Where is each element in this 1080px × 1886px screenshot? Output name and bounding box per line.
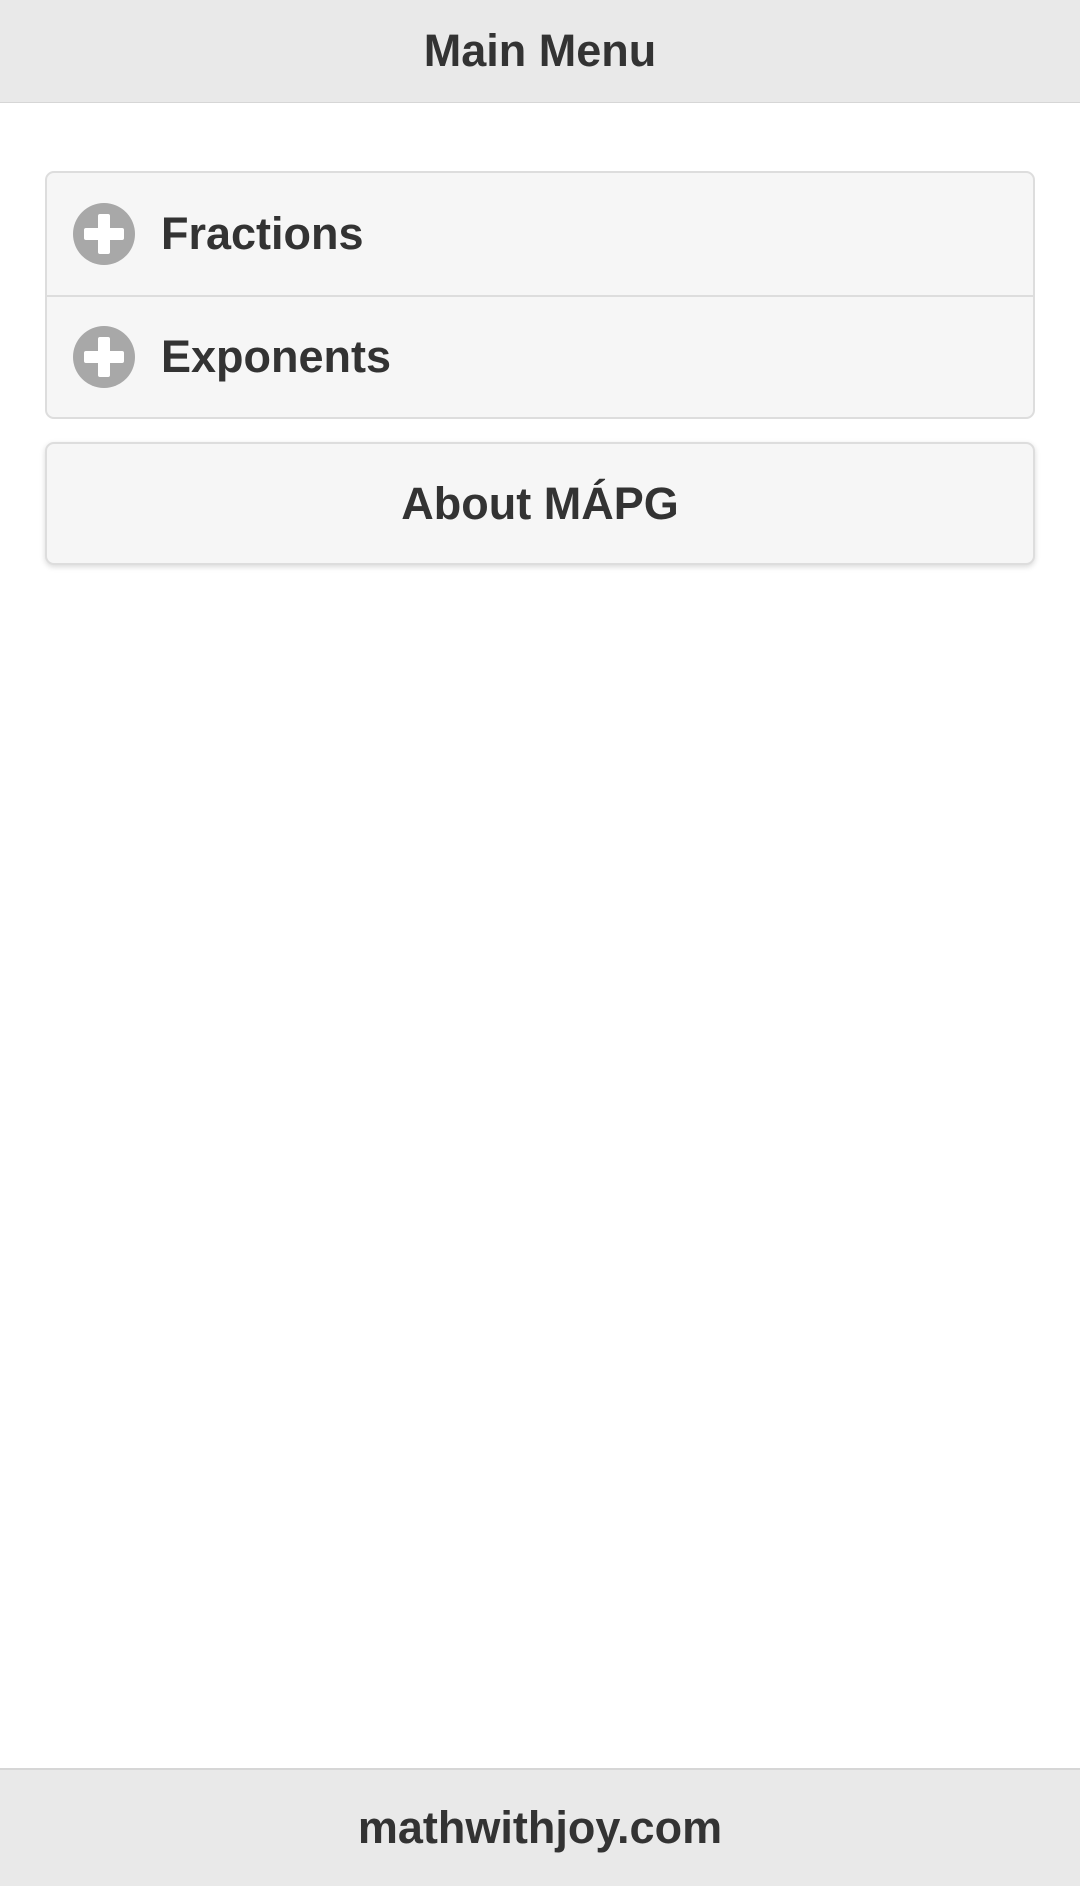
footer-bar: mathwithjoy.com [0, 1768, 1080, 1886]
page-title: Main Menu [423, 25, 657, 76]
plus-circle-icon [73, 203, 135, 265]
menu-item-fractions[interactable]: Fractions [47, 173, 1033, 295]
menu-item-exponents[interactable]: Exponents [47, 295, 1033, 417]
about-button-label: About MÁPG [401, 477, 679, 529]
plus-circle-icon [73, 326, 135, 388]
menu-item-label: Fractions [161, 208, 364, 259]
collapsible-menu: Fractions Exponents [45, 171, 1035, 419]
about-button[interactable]: About MÁPG [45, 442, 1035, 565]
menu-item-label: Exponents [161, 331, 392, 382]
footer-site-link[interactable]: mathwithjoy.com [358, 1802, 722, 1854]
header-bar: Main Menu [0, 0, 1080, 103]
